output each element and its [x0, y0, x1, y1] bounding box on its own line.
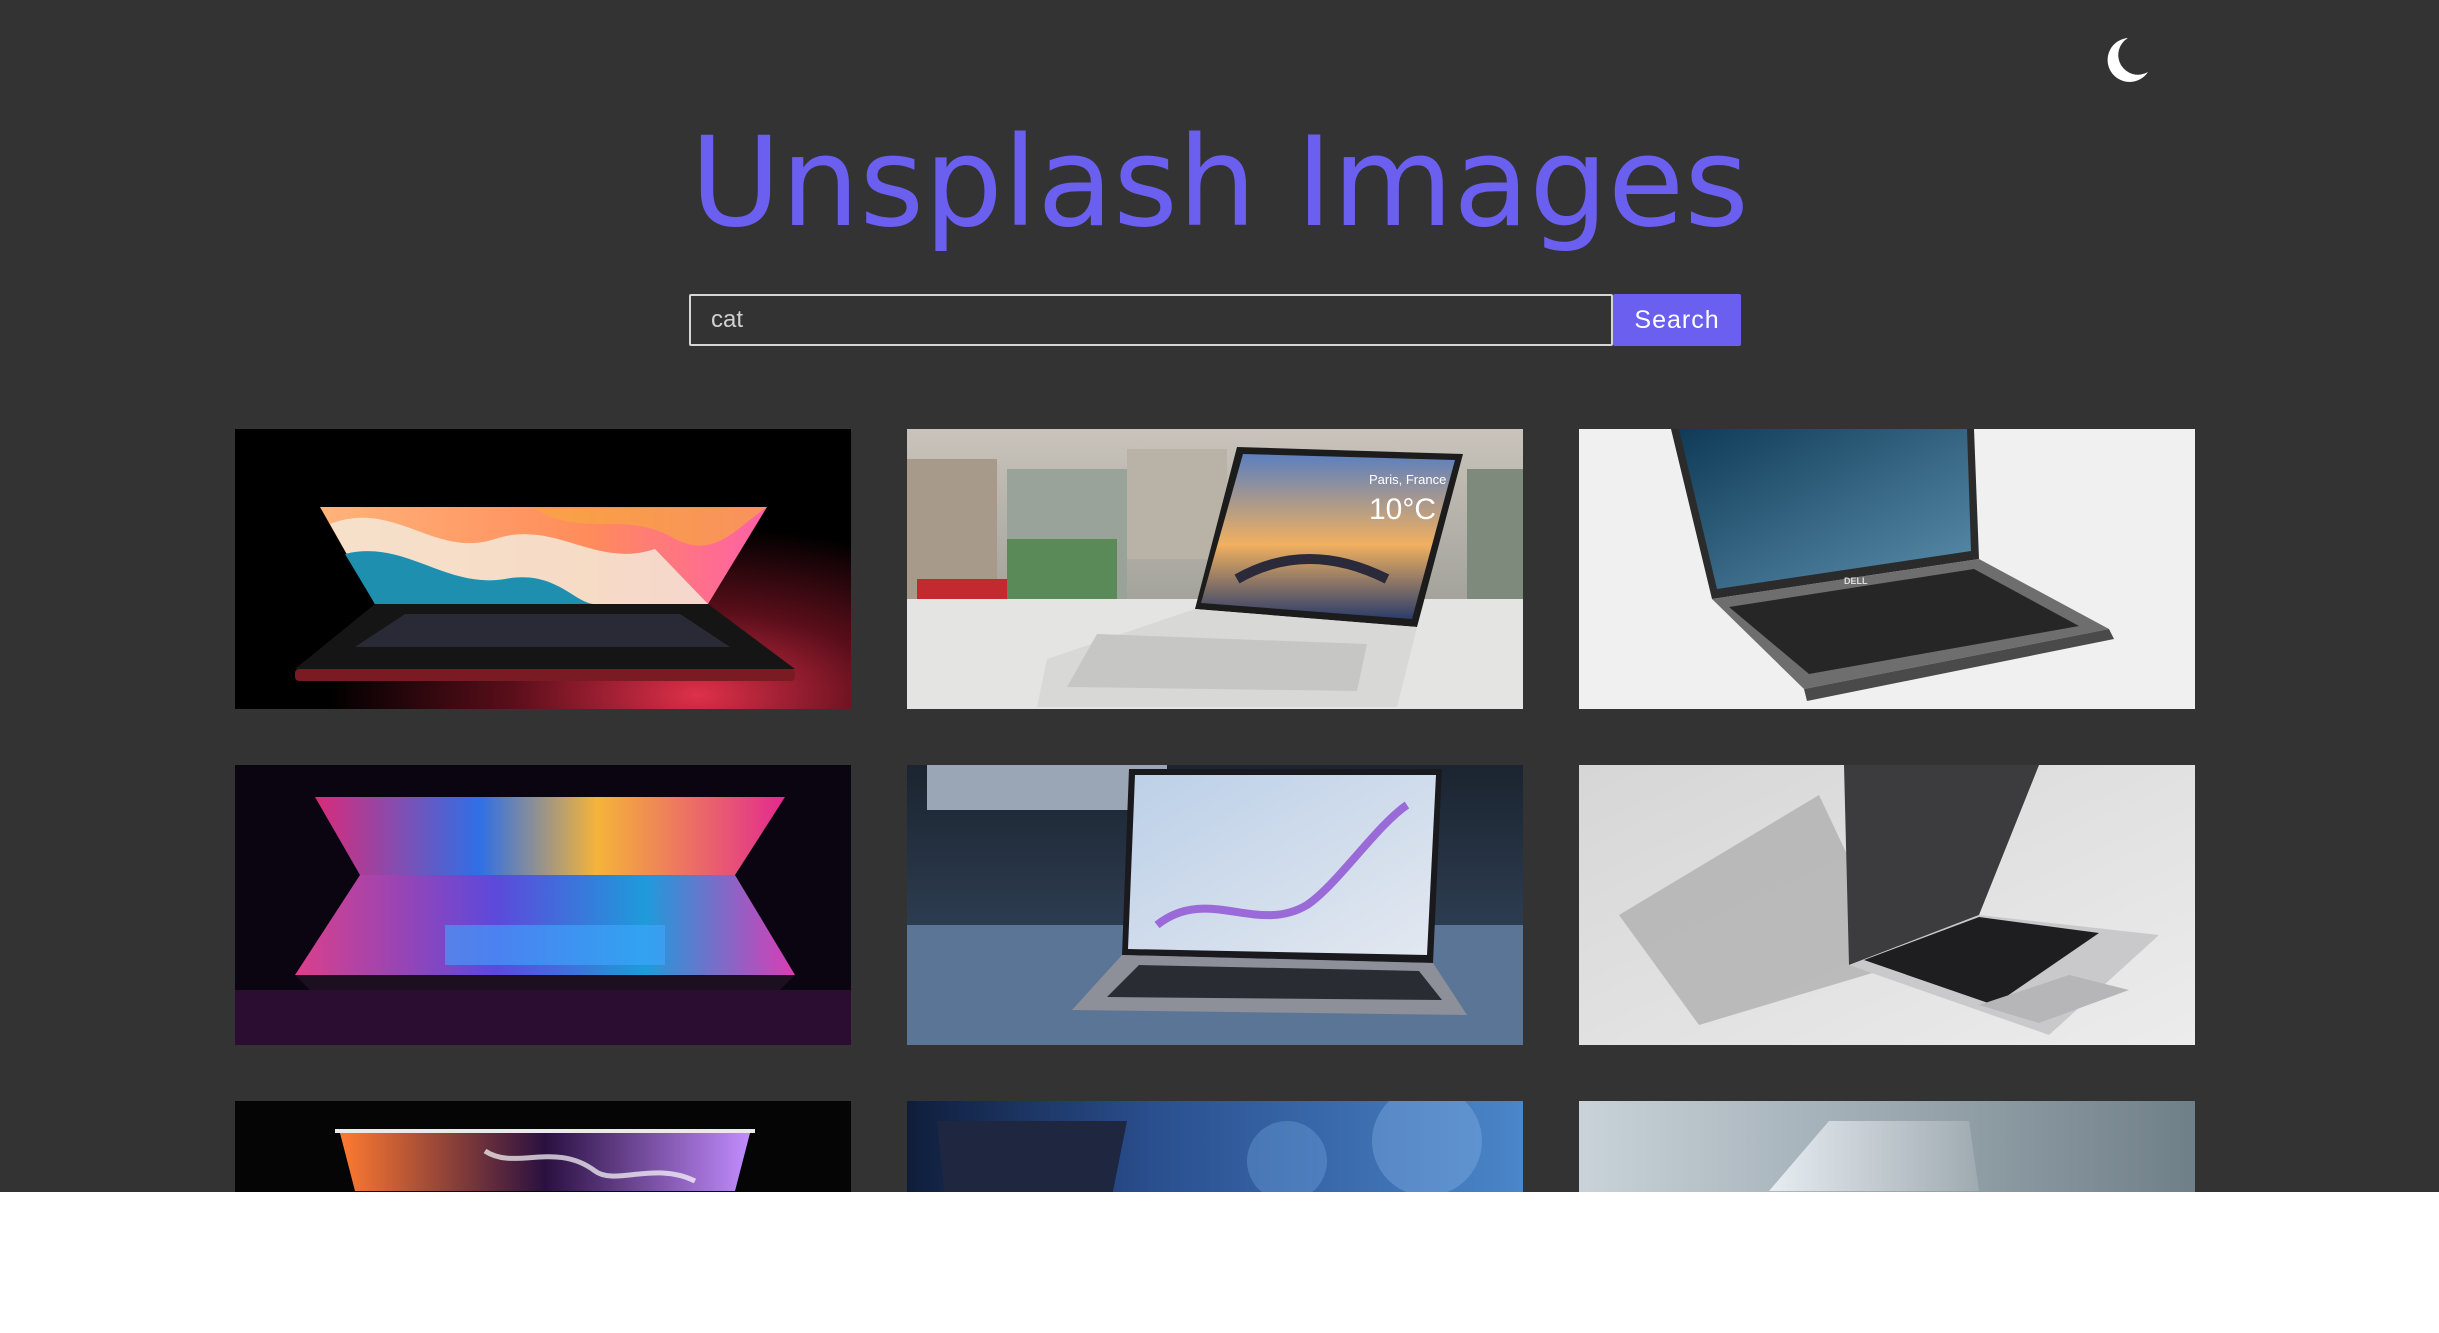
search-input[interactable] — [689, 294, 1613, 346]
theme-toggle-button[interactable] — [2098, 32, 2154, 88]
image-grid: Paris, France 10°C DELL — [235, 429, 2195, 1192]
laptop-marble-screen-photo — [907, 765, 1523, 1045]
image-card[interactable]: Paris, France 10°C — [907, 429, 1523, 709]
moon-icon — [2107, 38, 2148, 82]
image-card[interactable] — [235, 429, 851, 709]
laptop-neon-keyboard-photo — [235, 765, 851, 1045]
image-card[interactable] — [1579, 765, 2195, 1045]
svg-text:Paris, France: Paris, France — [1369, 472, 1446, 487]
image-card[interactable] — [907, 1101, 1523, 1192]
laptop-silver-open-photo — [1579, 765, 2195, 1045]
svg-text:DELL: DELL — [1844, 576, 1868, 586]
laptop-rainbow-wave-photo — [235, 429, 851, 709]
image-card[interactable] — [235, 765, 851, 1045]
page-title: Unsplash Images — [690, 111, 1749, 255]
image-card[interactable]: DELL — [1579, 429, 2195, 709]
laptop-dark-swirl-photo — [235, 1101, 851, 1192]
search-form: Search — [689, 294, 1741, 346]
laptop-windows-dell-photo: DELL — [1579, 429, 2195, 709]
svg-text:10°C: 10°C — [1369, 493, 1436, 526]
laptop-blue-bokeh-photo — [907, 1101, 1523, 1192]
image-card[interactable] — [907, 765, 1523, 1045]
search-button[interactable]: Search — [1613, 294, 1741, 346]
laptop-paris-weather-photo: Paris, France 10°C — [907, 429, 1523, 709]
image-card[interactable] — [1579, 1101, 2195, 1192]
image-card[interactable] — [235, 1101, 851, 1192]
app-root: Unsplash Images Search — [0, 0, 2439, 1192]
laptop-silver-lid-photo — [1579, 1101, 2195, 1192]
